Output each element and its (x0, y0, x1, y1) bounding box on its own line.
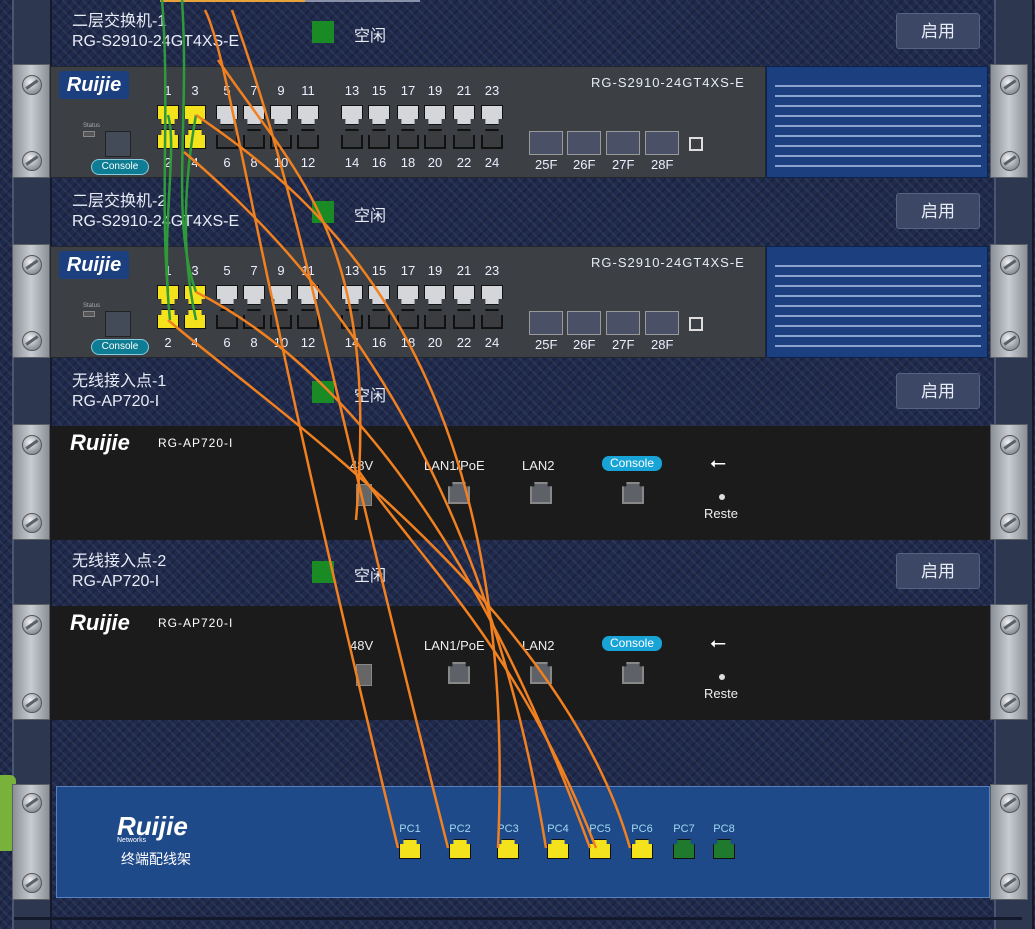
cable-layer (160, 0, 632, 849)
network-cable[interactable] (230, 9, 450, 849)
network-cable[interactable] (183, 151, 548, 849)
network-cable[interactable] (356, 469, 598, 849)
network-cable[interactable] (195, 113, 501, 849)
network-cable[interactable] (180, 0, 198, 293)
network-cable[interactable] (216, 59, 362, 521)
